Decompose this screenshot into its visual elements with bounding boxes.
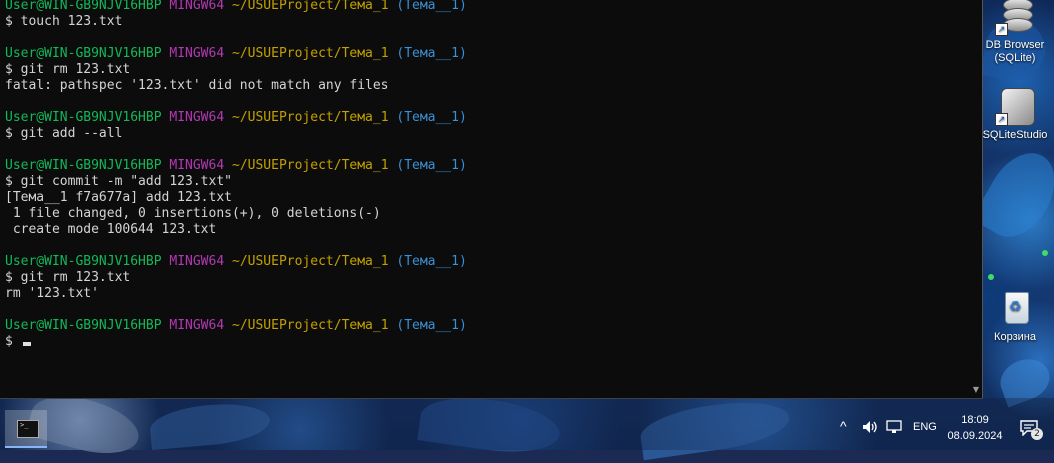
wallpaper-leaf bbox=[971, 141, 1054, 249]
system-tray: ^ ENG bbox=[0, 398, 1054, 450]
prompt-path: ~/USUEProject/Тема_1 bbox=[232, 254, 389, 269]
prompt-system: MINGW64 bbox=[169, 46, 225, 61]
terminal-output-line: create mode 100644 123.txt bbox=[5, 222, 217, 237]
terminal-window[interactable]: User@WIN-GB9NJV16HBP MINGW64 ~/USUEProje… bbox=[0, 0, 983, 399]
language-indicator[interactable]: ENG bbox=[913, 421, 937, 433]
terminal-output-line: $ git add --all bbox=[5, 126, 123, 141]
taskbar-clock[interactable]: 18:09 08.09.2024 bbox=[940, 412, 1010, 444]
clock-date: 08.09.2024 bbox=[947, 430, 1003, 442]
prompt-user-host: User@WIN-GB9NJV16HBP bbox=[5, 110, 162, 125]
terminal-scrollbar[interactable]: ▼ bbox=[967, 0, 982, 398]
prompt-user-host: User@WIN-GB9NJV16HBP bbox=[5, 318, 162, 333]
terminal-output-line: rm '123.txt' bbox=[5, 286, 99, 301]
prompt-branch: (Тема__1) bbox=[396, 318, 467, 333]
desktop-icon-db-browser[interactable]: ↗ DB Browser (SQLite) bbox=[978, 0, 1052, 65]
sqlitestudio-icon: ↗ bbox=[995, 86, 1035, 126]
scroll-down-arrow-icon[interactable]: ▼ bbox=[973, 385, 979, 394]
terminal-input-line: $ bbox=[5, 334, 966, 350]
prompt-system: MINGW64 bbox=[169, 158, 225, 173]
terminal-output-line: $ git rm 123.txt bbox=[5, 270, 131, 285]
desktop-icon-label: SQLiteStudio bbox=[982, 129, 1048, 141]
terminal-output-line: fatal: pathspec '123.txt' did not match … bbox=[5, 78, 389, 93]
prompt-user-host: User@WIN-GB9NJV16HBP bbox=[5, 46, 162, 61]
prompt-branch: (Тема__1) bbox=[396, 158, 467, 173]
prompt-branch: (Тема__1) bbox=[396, 0, 467, 13]
prompt-path: ~/USUEProject/Тема_1 bbox=[232, 110, 389, 125]
desktop-icon-label: Корзина bbox=[994, 331, 1036, 343]
desktop-icon-sqlitestudio[interactable]: ↗ SQLiteStudio bbox=[978, 86, 1052, 142]
terminal-output-line: [Тема__1 f7a677a] add 123.txt bbox=[5, 190, 232, 205]
terminal-prompt-line: User@WIN-GB9NJV16HBP MINGW64 ~/USUEProje… bbox=[5, 110, 966, 126]
terminal-output-line: $ git commit -m "add 123.txt" bbox=[5, 174, 232, 189]
wallpaper-dot bbox=[1042, 250, 1048, 256]
prompt-path: ~/USUEProject/Тема_1 bbox=[232, 0, 389, 13]
terminal-output-line: 1 file changed, 0 insertions(+), 0 delet… bbox=[5, 206, 381, 221]
terminal-output-line: $ touch 123.txt bbox=[5, 14, 123, 29]
terminal-prompt-line: User@WIN-GB9NJV16HBP MINGW64 ~/USUEProje… bbox=[5, 46, 966, 62]
shortcut-arrow-icon: ↗ bbox=[995, 113, 1008, 126]
prompt-path: ~/USUEProject/Тема_1 bbox=[232, 158, 389, 173]
wallpaper-dot bbox=[988, 274, 994, 280]
terminal-prompt-line: User@WIN-GB9NJV16HBP MINGW64 ~/USUEProje… bbox=[5, 254, 966, 270]
prompt-system: MINGW64 bbox=[169, 0, 225, 13]
prompt-branch: (Тема__1) bbox=[396, 254, 467, 269]
desktop-icon-recycle-bin[interactable]: ♻ Корзина bbox=[978, 288, 1052, 344]
taskbar: >_ ^ ENG 18:09 08.09.2024 2 bbox=[0, 398, 1054, 450]
terminal-prompt-line: User@WIN-GB9NJV16HBP MINGW64 ~/USUEProje… bbox=[5, 0, 966, 14]
prompt-branch: (Тема__1) bbox=[396, 46, 467, 61]
prompt-system: MINGW64 bbox=[169, 110, 225, 125]
terminal-output-line: $ git rm 123.txt bbox=[5, 62, 131, 77]
terminal-output[interactable]: User@WIN-GB9NJV16HBP MINGW64 ~/USUEProje… bbox=[5, 0, 966, 350]
prompt-path: ~/USUEProject/Тема_1 bbox=[232, 46, 389, 61]
terminal-prompt-line: User@WIN-GB9NJV16HBP MINGW64 ~/USUEProje… bbox=[5, 158, 966, 174]
prompt-user-host: User@WIN-GB9NJV16HBP bbox=[5, 158, 162, 173]
shortcut-arrow-icon: ↗ bbox=[995, 23, 1008, 36]
notifications-badge: 2 bbox=[1031, 428, 1043, 440]
volume-icon[interactable] bbox=[862, 420, 878, 434]
terminal-input-prompt: $ bbox=[5, 334, 21, 349]
recycle-bin-icon: ♻ bbox=[995, 288, 1035, 328]
terminal-cursor[interactable] bbox=[22, 342, 31, 346]
prompt-system: MINGW64 bbox=[169, 318, 225, 333]
prompt-system: MINGW64 bbox=[169, 254, 225, 269]
prompt-branch: (Тема__1) bbox=[396, 110, 467, 125]
desktop-icon-label: DB Browser (SQLite) bbox=[985, 39, 1045, 64]
prompt-user-host: User@WIN-GB9NJV16HBP bbox=[5, 254, 162, 269]
clock-time: 18:09 bbox=[961, 414, 989, 426]
terminal-prompt-line: User@WIN-GB9NJV16HBP MINGW64 ~/USUEProje… bbox=[5, 318, 966, 334]
prompt-user-host: User@WIN-GB9NJV16HBP bbox=[5, 0, 162, 13]
show-hidden-icons-chevron-icon[interactable]: ^ bbox=[840, 418, 847, 434]
prompt-path: ~/USUEProject/Тема_1 bbox=[232, 318, 389, 333]
network-icon[interactable] bbox=[886, 420, 904, 434]
database-icon: ↗ bbox=[995, 0, 1035, 36]
